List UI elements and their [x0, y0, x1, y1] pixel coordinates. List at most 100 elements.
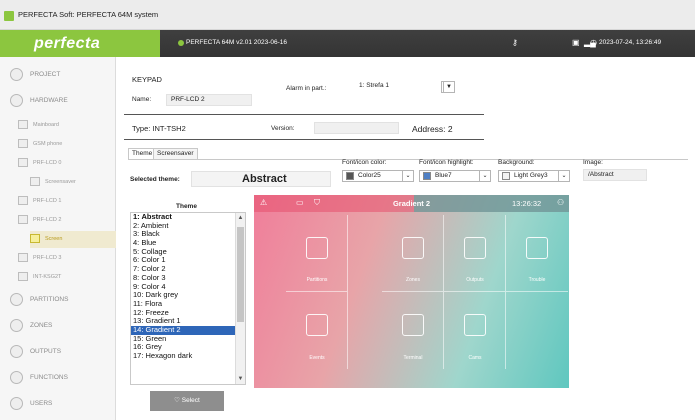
top-bar: perfecta PERFECTA 64M v2.01 2023-06-16 ⚷… [0, 30, 695, 57]
background-swatch [502, 172, 510, 180]
main-panel: KEYPAD Name: PRF-LCD 2 Alarm in part.: 1… [116, 57, 695, 420]
datetime: 2023-07-24, 13:26:49 [599, 39, 662, 46]
scroll-thumb[interactable] [237, 227, 244, 322]
divider [124, 114, 484, 115]
nav-functions[interactable]: FUNCTIONS [0, 368, 116, 388]
outputs-icon [464, 237, 486, 259]
theme-list-item[interactable]: 17: Hexagon dark [131, 351, 245, 361]
selected-theme-field: Abstract [191, 171, 331, 187]
window-titlebar: PERFECTA Soft: PERFECTA 64M system [0, 0, 695, 30]
perfecta-logo: perfecta [0, 30, 160, 57]
sidebar-item-mainboard[interactable]: Mainboard [18, 117, 108, 134]
divider [124, 139, 484, 140]
theme-list-heading: Theme [176, 203, 197, 210]
nav-hardware[interactable]: HARDWARE [0, 91, 116, 111]
outputs-icon [10, 345, 23, 358]
scroll-up-icon[interactable]: ▲ [236, 215, 245, 221]
trouble-icon [526, 237, 548, 259]
name-label: Name: [132, 96, 152, 103]
system-version: PERFECTA 64M v2.01 2023-06-16 [186, 39, 288, 46]
partitions-icon [306, 237, 328, 259]
sidebar-item-gsm[interactable]: GSM phone [18, 136, 108, 153]
sidebar-item-prf-lcd-3[interactable]: PRF-LCD 3 [18, 250, 108, 267]
key-icon[interactable]: ⚷ [512, 38, 518, 47]
alarm-dropdown[interactable]: ▼ [441, 81, 455, 93]
nav-outputs[interactable]: OUTPUTS [0, 342, 116, 362]
sidebar-item-screensaver[interactable]: Screensaver [30, 174, 120, 191]
tab-divider [128, 159, 688, 160]
users-icon [10, 397, 23, 410]
tile-zones: Zones [382, 215, 444, 292]
name-field[interactable]: PRF-LCD 2 [166, 94, 252, 106]
clock-icon: ◷ [590, 38, 597, 47]
selected-theme-label: Selected theme: [130, 176, 180, 183]
chevron-down-icon: ▼ [443, 82, 454, 92]
nav-project[interactable]: PROJECT [0, 65, 116, 85]
status-dot-icon [178, 40, 184, 46]
image-label: Image: [583, 159, 603, 166]
sidebar-item-prf-lcd-2[interactable]: PRF-LCD 2 [18, 212, 108, 229]
version-field[interactable] [314, 122, 399, 134]
tile-terminal: Terminal [382, 292, 444, 369]
mainboard-icon [18, 120, 28, 129]
address-label: Address: 2 [412, 124, 453, 134]
tab-theme[interactable]: Theme [128, 148, 157, 159]
keypad-icon [18, 215, 28, 224]
font-color-swatch [346, 172, 354, 180]
highlight-select[interactable]: Blue7 ⌄ [419, 170, 491, 182]
heart-icon: ♡ [174, 397, 182, 404]
background-select[interactable]: Light Grey3 ⌄ [498, 170, 570, 182]
nav-zones[interactable]: ZONES [0, 316, 116, 336]
theme-preview: ⚠ ▭ ⛉ Gradient 2 13:26:32 ⚇ Partitions Z… [254, 195, 569, 388]
sidebar-item-prf-lcd-0[interactable]: PRF-LCD 0 [18, 155, 108, 172]
app-icon [4, 11, 14, 21]
hardware-icon [10, 94, 23, 107]
chevron-down-icon: ⌄ [558, 171, 569, 181]
nav-users[interactable]: USERS [0, 394, 116, 414]
functions-icon [10, 371, 23, 384]
tile-events: Events [286, 292, 348, 369]
tile-outputs: Outputs [444, 215, 506, 292]
font-color-label: Font/icon color: [342, 159, 387, 166]
background-label: Background: [498, 159, 535, 166]
preview-time: 13:26:32 [512, 199, 542, 208]
tile-cams: Cams [444, 292, 506, 369]
tile-partitions: Partitions [286, 215, 348, 292]
keypad-icon [18, 253, 28, 262]
font-color-select[interactable]: Color25 ⌄ [342, 170, 414, 182]
highlight-label: Font/icon highlight: [419, 159, 474, 166]
alarm-select-value[interactable]: 1: Strefa 1 [359, 82, 389, 89]
select-button[interactable]: ♡ Select [150, 391, 224, 411]
version-label: Version: [271, 125, 295, 132]
partitions-icon [10, 293, 23, 306]
zones-icon [10, 319, 23, 332]
scrollbar[interactable]: ▲ ▼ [235, 213, 245, 384]
cams-icon [464, 314, 486, 336]
chevron-down-icon: ⌄ [402, 171, 413, 181]
sidebar-item-screen[interactable]: Screen [30, 231, 120, 248]
events-icon [306, 314, 328, 336]
zones-icon [402, 237, 424, 259]
module-icon[interactable]: ▣ [572, 38, 580, 47]
sidebar-item-prf-lcd-1[interactable]: PRF-LCD 1 [18, 193, 108, 210]
project-icon [10, 68, 23, 81]
tile-trouble: Trouble [506, 215, 568, 292]
gsm-icon [18, 139, 28, 148]
type-label: Type: INT-TSH2 [132, 124, 186, 133]
tab-screensaver[interactable]: Screensaver [153, 148, 198, 159]
theme-list[interactable]: 1: Abstract 2: Ambient 3: Black 4: Blue 5: C… [130, 212, 246, 385]
user-icon: ⚇ [557, 198, 565, 207]
alarm-label: Alarm in part.: [286, 85, 327, 92]
terminal-icon [402, 314, 424, 336]
keypad-icon [18, 196, 28, 205]
image-field: /Abstract [583, 169, 647, 181]
keypad-icon [18, 158, 28, 167]
sidebar-item-int-ksg2t[interactable]: INT-KSG2T [18, 269, 108, 286]
chevron-down-icon: ⌄ [479, 171, 490, 181]
screen-icon [30, 234, 40, 243]
sidebar: PROJECT HARDWARE Mainboard GSM phone PRF… [0, 57, 120, 420]
highlight-swatch [423, 172, 431, 180]
nav-partitions[interactable]: PARTITIONS [0, 290, 116, 310]
keypad-heading: KEYPAD [132, 75, 162, 84]
scroll-down-icon[interactable]: ▼ [236, 376, 245, 382]
